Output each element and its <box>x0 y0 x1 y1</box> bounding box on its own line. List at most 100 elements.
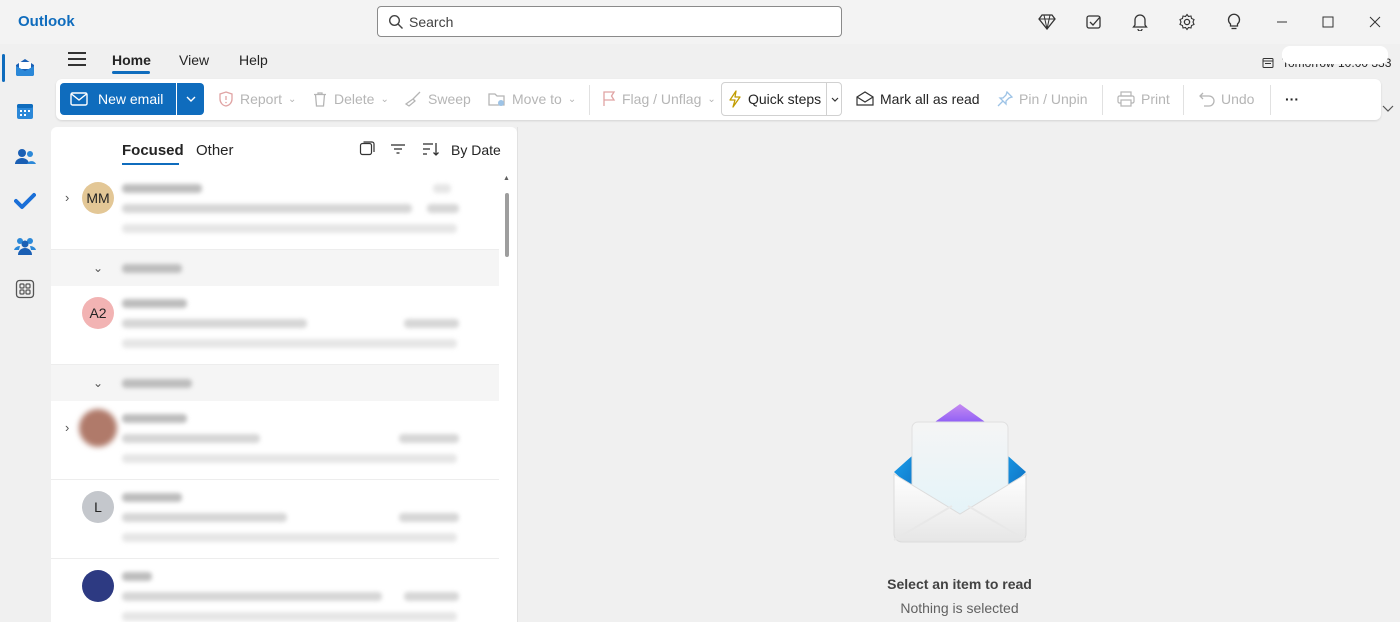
delete-button[interactable]: Delete ⌄ <box>312 83 389 115</box>
expand-thread-icon[interactable]: › <box>65 190 69 205</box>
gear-icon[interactable] <box>1177 12 1197 32</box>
sender-redacted <box>122 299 187 308</box>
rail-people-icon[interactable] <box>12 143 38 169</box>
preview-redacted <box>122 533 457 542</box>
printer-icon <box>1117 91 1135 107</box>
sweep-button[interactable]: Sweep <box>404 83 471 115</box>
time-redacted <box>404 319 459 328</box>
bell-icon[interactable] <box>1130 12 1150 32</box>
expand-thread-icon[interactable]: › <box>65 420 69 435</box>
close-icon[interactable] <box>1365 12 1385 32</box>
print-button[interactable]: Print <box>1117 83 1170 115</box>
new-email-button[interactable]: New email <box>60 83 176 115</box>
ribbon-separator <box>1183 85 1184 115</box>
chevron-down-icon: ⌄ <box>707 93 716 105</box>
undo-icon <box>1199 92 1215 107</box>
list-item[interactable] <box>51 559 499 622</box>
sender-redacted <box>122 493 182 502</box>
move-to-button[interactable]: Move to ⌄ <box>488 83 576 115</box>
undo-button[interactable]: Undo <box>1199 83 1254 115</box>
title-bar: Outlook Search <box>0 0 1400 44</box>
quick-steps-dropdown[interactable] <box>826 82 842 116</box>
avatar <box>79 409 117 447</box>
rail-calendar-icon[interactable] <box>12 98 38 124</box>
minimize-icon[interactable] <box>1272 12 1292 32</box>
more-options-button[interactable]: ··· <box>1285 83 1299 115</box>
filter-icon[interactable] <box>390 141 408 159</box>
search-placeholder: Search <box>409 14 454 30</box>
tab-focused[interactable]: Focused <box>122 142 184 159</box>
new-email-dropdown[interactable] <box>177 83 204 115</box>
rail-mail-icon[interactable] <box>12 54 38 80</box>
ribbon-expand-icon[interactable] <box>1382 100 1394 116</box>
report-label: Report <box>240 91 283 107</box>
rail-active-indicator <box>2 54 5 82</box>
subject-redacted <box>122 592 382 601</box>
group-header-yesterday[interactable]: ⌄ <box>51 250 499 286</box>
mark-all-read-label: Mark all as read <box>880 91 980 107</box>
reminder-redaction <box>1282 46 1388 64</box>
tab-help[interactable]: Help <box>239 52 268 68</box>
lightbulb-icon[interactable] <box>1224 12 1244 32</box>
premium-diamond-icon[interactable] <box>1037 12 1057 32</box>
pin-icon <box>997 91 1013 107</box>
preview-redacted <box>122 454 457 463</box>
list-item[interactable]: A2 <box>51 286 499 365</box>
print-label: Print <box>1141 91 1170 107</box>
folder-move-icon <box>488 93 505 106</box>
scroll-up-arrow-icon[interactable]: ▲ <box>503 175 510 182</box>
new-email-label: New email <box>98 91 164 107</box>
list-item[interactable]: L <box>51 480 499 559</box>
flag-icon <box>603 91 616 106</box>
report-button[interactable]: Report ⌄ <box>218 83 296 115</box>
search-icon <box>388 14 404 33</box>
group-header-this-month[interactable]: ⌄ <box>51 365 499 401</box>
chevron-down-icon: ⌄ <box>380 93 389 105</box>
ribbon-toolbar: New email Report ⌄ Delete ⌄ Sweep Move t… <box>56 79 1381 120</box>
pin-button[interactable]: Pin / Unpin <box>997 83 1087 115</box>
trash-icon <box>314 92 326 107</box>
maximize-icon[interactable] <box>1318 12 1338 32</box>
undo-label: Undo <box>1221 91 1255 107</box>
move-to-label: Move to <box>512 91 562 107</box>
search-box[interactable]: Search <box>377 6 842 37</box>
empty-state-title: Select an item to read <box>887 576 1032 592</box>
rail-apps-icon[interactable] <box>12 276 38 302</box>
sender-redacted <box>122 414 187 423</box>
tab-home[interactable]: Home <box>112 52 151 68</box>
subject-redacted <box>122 513 287 522</box>
scroll-thumb[interactable] <box>505 193 509 257</box>
sort-by-date[interactable]: By Date <box>451 142 501 158</box>
rail-todo-icon[interactable] <box>12 188 38 214</box>
list-item[interactable]: › MM <box>51 171 499 250</box>
message-list: Focused Other By Date › MM ⌄ A2 ⌄ › L <box>51 127 517 622</box>
calendar-small-icon <box>1262 58 1274 68</box>
chevron-down-icon: ⌄ <box>93 376 104 390</box>
sort-icon[interactable] <box>422 141 440 159</box>
time-redacted <box>427 204 459 213</box>
chevron-down-icon: ⌄ <box>567 93 577 105</box>
sender-redacted <box>122 184 202 193</box>
tab-home-underline <box>112 71 150 74</box>
sender-redacted <box>122 572 152 581</box>
tab-other[interactable]: Other <box>196 142 234 159</box>
tab-view[interactable]: View <box>179 52 209 68</box>
pin-label: Pin / Unpin <box>1019 91 1088 107</box>
select-checkbox-icon[interactable] <box>359 141 377 159</box>
mark-all-read-button[interactable]: Mark all as read <box>856 83 980 115</box>
empty-state-subtitle: Nothing is selected <box>900 600 1019 616</box>
icon-redacted <box>433 184 451 193</box>
ribbon-separator <box>1102 85 1103 115</box>
time-redacted <box>399 434 459 443</box>
lightning-icon <box>729 90 741 108</box>
quick-steps-button[interactable]: Quick steps <box>721 82 842 116</box>
flag-button[interactable]: Flag / Unflag ⌄ <box>602 83 716 115</box>
hamburger-menu-icon[interactable] <box>68 52 88 68</box>
list-item[interactable]: › <box>51 401 499 480</box>
broom-icon <box>404 91 421 107</box>
rail-teams-icon[interactable] <box>12 233 38 259</box>
my-day-icon[interactable] <box>1084 12 1104 32</box>
avatar <box>82 570 114 602</box>
app-rail <box>0 44 50 622</box>
sweep-label: Sweep <box>428 91 471 107</box>
